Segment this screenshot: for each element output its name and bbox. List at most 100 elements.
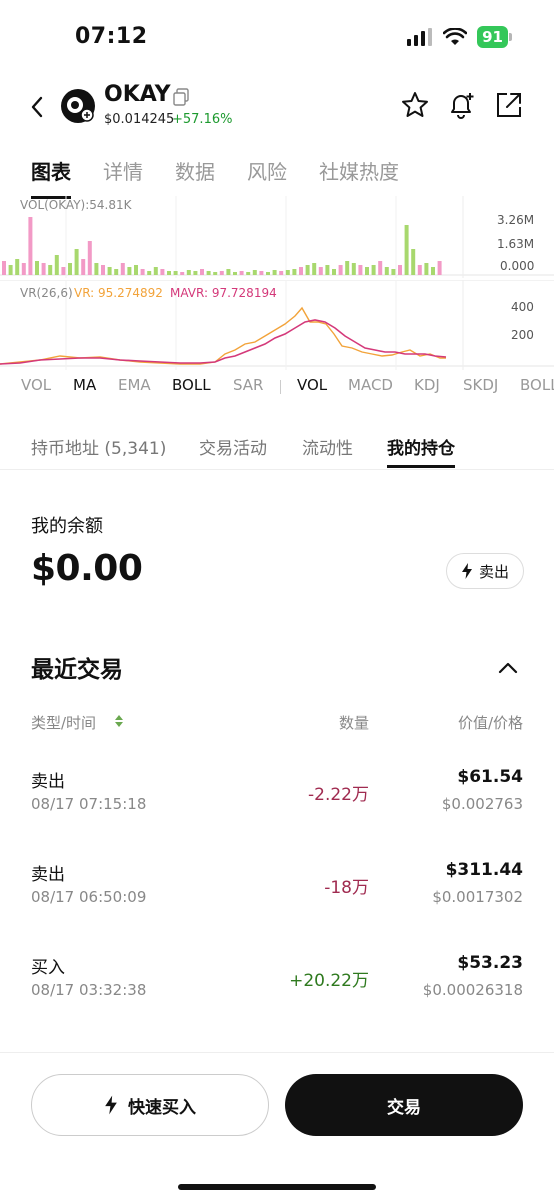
vr-label: VR(26,6) xyxy=(20,286,73,300)
wifi-icon xyxy=(443,28,468,45)
volume-bar xyxy=(61,267,66,275)
status-icons: 91 xyxy=(407,26,512,48)
indicator-divider xyxy=(280,380,281,394)
volume-chart[interactable]: VOL(OKAY):54.81K 3.26M 1.63M 0.000 xyxy=(0,196,554,278)
trade-price: $0.002763 xyxy=(441,795,523,813)
tab-trade-activity[interactable]: 交易活动 xyxy=(199,434,267,459)
indicator-selector: VOL MA EMA BOLL SAR VOL MACD KDJ SKDJ BO… xyxy=(0,374,554,400)
volume-bar xyxy=(28,217,33,275)
lightning-icon xyxy=(461,563,472,579)
vr-indicator-chart[interactable]: VR(26,6) VR: 95.274892 MAVR: 97.728194 4… xyxy=(0,280,554,370)
indicator-sub-kdj[interactable]: KDJ xyxy=(414,376,440,394)
volume-bar xyxy=(153,267,158,275)
volume-bar xyxy=(48,265,53,275)
trade-quantity: -2.22万 xyxy=(308,785,369,805)
volume-bar xyxy=(173,271,178,275)
token-name: OKAY xyxy=(104,82,171,107)
indicator-main-sar[interactable]: SAR xyxy=(233,376,263,394)
volume-bar xyxy=(384,267,389,275)
volume-bar xyxy=(318,267,323,275)
mavr-value: MAVR: 97.728194 xyxy=(170,286,277,300)
volume-bar xyxy=(114,269,119,275)
trade-price: $0.00026318 xyxy=(422,981,523,999)
indicator-sub-macd[interactable]: MACD xyxy=(348,376,393,394)
volume-axis-zero: 0.000 xyxy=(500,259,535,273)
quick-buy-label: 快速买入 xyxy=(128,1097,196,1118)
indicator-main-boll[interactable]: BOLL xyxy=(172,376,211,394)
share-icon[interactable] xyxy=(494,90,524,120)
volume-bar xyxy=(417,265,422,275)
volume-bar xyxy=(285,270,290,275)
tab-holder-addresses[interactable]: 持币地址 (5,341) xyxy=(31,434,166,459)
cellular-signal-icon xyxy=(407,28,433,46)
volume-bar xyxy=(411,249,416,275)
column-type-time[interactable]: 类型/时间 xyxy=(31,712,96,733)
vr-value: VR: 95.274892 xyxy=(74,286,163,300)
volume-bar xyxy=(21,263,26,275)
quick-buy-button[interactable]: 快速买入 xyxy=(31,1074,269,1136)
volume-bar xyxy=(81,259,86,275)
volume-bar xyxy=(120,263,125,275)
home-indicator[interactable] xyxy=(178,1184,376,1190)
battery-indicator: 91 xyxy=(477,26,512,48)
trade-type: 卖出 xyxy=(31,865,65,885)
tab-liquidity[interactable]: 流动性 xyxy=(302,434,353,459)
indicator-main-ma[interactable]: MA xyxy=(73,376,96,394)
volume-bar xyxy=(424,263,429,275)
volume-bar xyxy=(358,265,363,275)
indicator-main-vol[interactable]: VOL xyxy=(21,376,51,394)
volume-bar xyxy=(213,272,218,275)
indicator-main-ema[interactable]: EMA xyxy=(118,376,151,394)
volume-bar xyxy=(101,265,105,275)
tab-my-holdings[interactable]: 我的持仓 xyxy=(387,434,455,468)
tab-data[interactable]: 数据 xyxy=(175,156,215,196)
trade-time: 08/17 03:32:38 xyxy=(31,981,147,999)
indicator-sub-skdj[interactable]: SKDJ xyxy=(463,376,498,394)
add-alert-bell-icon[interactable] xyxy=(446,90,476,120)
volume-bar xyxy=(200,269,204,275)
star-icon[interactable] xyxy=(400,90,430,120)
volume-bar xyxy=(365,267,369,275)
back-button[interactable] xyxy=(22,90,52,124)
sort-icon[interactable] xyxy=(114,714,124,728)
volume-bar xyxy=(8,265,13,275)
volume-bar xyxy=(325,265,330,275)
volume-bar xyxy=(193,271,198,275)
trade-time: 08/17 07:15:18 xyxy=(31,795,147,813)
volume-bar xyxy=(186,270,191,275)
holdings-tabs: 持币地址 (5,341) 交易活动 流动性 我的持仓 xyxy=(0,430,554,470)
trade-button[interactable]: 交易 xyxy=(285,1074,523,1136)
copy-icon[interactable] xyxy=(173,88,189,106)
status-time: 07:12 xyxy=(75,24,148,49)
volume-bar xyxy=(345,261,350,275)
volume-bar xyxy=(371,265,376,275)
tab-social-heat[interactable]: 社媒热度 xyxy=(319,156,399,196)
sell-button[interactable]: 卖出 xyxy=(446,553,524,589)
volume-bar xyxy=(147,271,152,275)
volume-bar xyxy=(226,269,231,275)
mavr-line xyxy=(0,319,447,365)
volume-bar xyxy=(160,269,165,275)
volume-bar xyxy=(398,265,402,275)
tab-details[interactable]: 详情 xyxy=(103,156,143,196)
tab-chart[interactable]: 图表 xyxy=(31,156,71,199)
volume-bar xyxy=(332,269,336,275)
volume-bar xyxy=(127,267,132,275)
volume-bar xyxy=(35,261,39,275)
vr-line xyxy=(0,306,446,365)
volume-bar xyxy=(431,267,435,275)
volume-bar xyxy=(167,271,171,275)
chevron-left-icon xyxy=(31,96,43,118)
indicator-sub-boll[interactable]: BOLL xyxy=(520,376,554,394)
tab-risk[interactable]: 风险 xyxy=(247,156,287,196)
trade-row[interactable]: 卖出 08/17 06:50:09 -18万 $311.44 $0.001730… xyxy=(0,860,554,930)
chevron-up-icon[interactable] xyxy=(496,656,520,680)
trade-row[interactable]: 买入 08/17 03:32:38 +20.22万 $53.23 $0.0002… xyxy=(0,953,554,1023)
indicator-sub-vol[interactable]: VOL xyxy=(297,376,327,394)
volume-bar xyxy=(279,271,284,275)
volume-bar xyxy=(312,263,317,275)
column-quantity: 数量 xyxy=(338,714,369,732)
volume-bar xyxy=(180,272,185,275)
trade-row[interactable]: 卖出 08/17 07:15:18 -2.22万 $61.54 $0.00276… xyxy=(0,767,554,837)
volume-bar xyxy=(54,255,59,275)
